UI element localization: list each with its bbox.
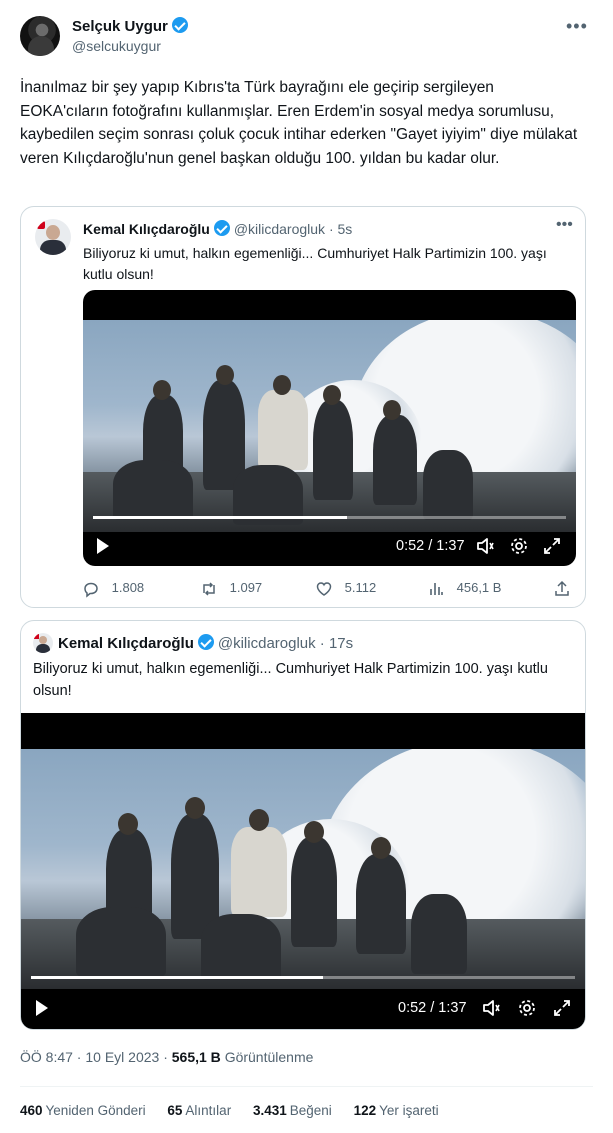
settings-gear-icon[interactable] xyxy=(517,998,537,1018)
tweet-timestamp[interactable]: ÖÖ 8:47 · 10 Eyl 2023 · xyxy=(20,1049,172,1065)
play-icon[interactable] xyxy=(97,538,109,554)
video-progress-bar-2[interactable] xyxy=(31,976,575,979)
more-options-icon[interactable]: ••• xyxy=(566,16,588,37)
volume-icon[interactable] xyxy=(475,536,495,556)
bookmarks-stat[interactable]: 122 Yer işareti xyxy=(354,1103,439,1118)
verified-badge-icon xyxy=(197,634,214,650)
tweet-stats: 460 Yeniden Gönderi 65 Alıntılar 3.431 Beğe… xyxy=(20,1103,457,1118)
share-icon xyxy=(555,580,569,596)
video-frame-2 xyxy=(21,749,585,989)
likes-stat[interactable]: 3.431 Beğeni xyxy=(253,1103,332,1118)
reply-action[interactable]: 1.808 xyxy=(82,580,144,598)
share-action[interactable] xyxy=(553,580,571,598)
quoted-author-name-2[interactable]: Kemal Kılıçdaroğlu @kilicdarogluk · 17s xyxy=(58,634,353,652)
repost-icon xyxy=(203,582,215,596)
divider xyxy=(20,1086,593,1087)
verified-badge-icon xyxy=(213,220,230,236)
video-time: 0:52 / 1:37 xyxy=(396,538,465,554)
author-name[interactable]: Selçuk Uygur xyxy=(72,17,188,35)
video-time-2: 0:52 / 1:37 xyxy=(398,1000,467,1016)
reposts-stat[interactable]: 460 Yeniden Gönderi xyxy=(20,1103,146,1118)
reply-icon xyxy=(84,582,98,598)
quoted-author-meta: @kilicdarogluk · 5s xyxy=(233,221,353,237)
views-action[interactable]: 456,1 B xyxy=(427,580,501,598)
author-handle[interactable]: @selcukuygur xyxy=(72,38,161,54)
quoted-more-options-icon[interactable]: ••• xyxy=(556,216,573,234)
quoted-tweet-text: Biliyoruz ki umut, halkın egemenliği... … xyxy=(83,245,547,282)
video-player[interactable]: 0:52 / 1:37 xyxy=(83,290,576,566)
views-label: Görüntülenme xyxy=(224,1049,314,1065)
author-name-text[interactable]: Selçuk Uygur xyxy=(72,18,168,35)
volume-icon[interactable] xyxy=(481,998,501,1018)
video-player-2[interactable]: 0:52 / 1:37 xyxy=(21,713,585,1029)
video-progress-fill xyxy=(93,516,347,519)
like-action[interactable]: 5.112 xyxy=(315,580,376,598)
quoted-author-avatar-2[interactable] xyxy=(33,633,53,653)
video-progress-bar[interactable] xyxy=(93,516,566,519)
video-frame xyxy=(83,320,576,532)
quotes-stat[interactable]: 65 Alıntılar xyxy=(167,1103,231,1118)
quoted-author-avatar[interactable] xyxy=(35,219,71,255)
fullscreen-icon[interactable] xyxy=(542,536,562,556)
repost-action[interactable]: 1.097 xyxy=(200,580,262,598)
play-icon[interactable] xyxy=(36,1000,48,1016)
heart-icon xyxy=(316,582,332,596)
quoted-author-meta-2: @kilicdarogluk · 17s xyxy=(217,635,354,652)
analytics-icon xyxy=(430,583,443,595)
tweet-body: İnanılmaz bir şey yapıp Kıbrıs'ta Türk b… xyxy=(20,79,578,167)
fullscreen-icon[interactable] xyxy=(552,998,572,1018)
author-avatar[interactable] xyxy=(20,16,60,56)
quoted-tweet-text-2: Biliyoruz ki umut, halkın egemenliği... … xyxy=(33,661,548,699)
verified-badge-icon xyxy=(171,17,188,33)
settings-gear-icon[interactable] xyxy=(509,536,529,556)
views-count: 565,1 B xyxy=(171,1049,221,1065)
video-progress-fill-2 xyxy=(31,976,323,979)
tweet-meta: ÖÖ 8:47 · 10 Eyl 2023 · 565,1 B Görüntül… xyxy=(20,1049,313,1065)
quoted-author-name[interactable]: Kemal Kılıçdaroğlu @kilicdarogluk · 5s xyxy=(83,220,352,237)
